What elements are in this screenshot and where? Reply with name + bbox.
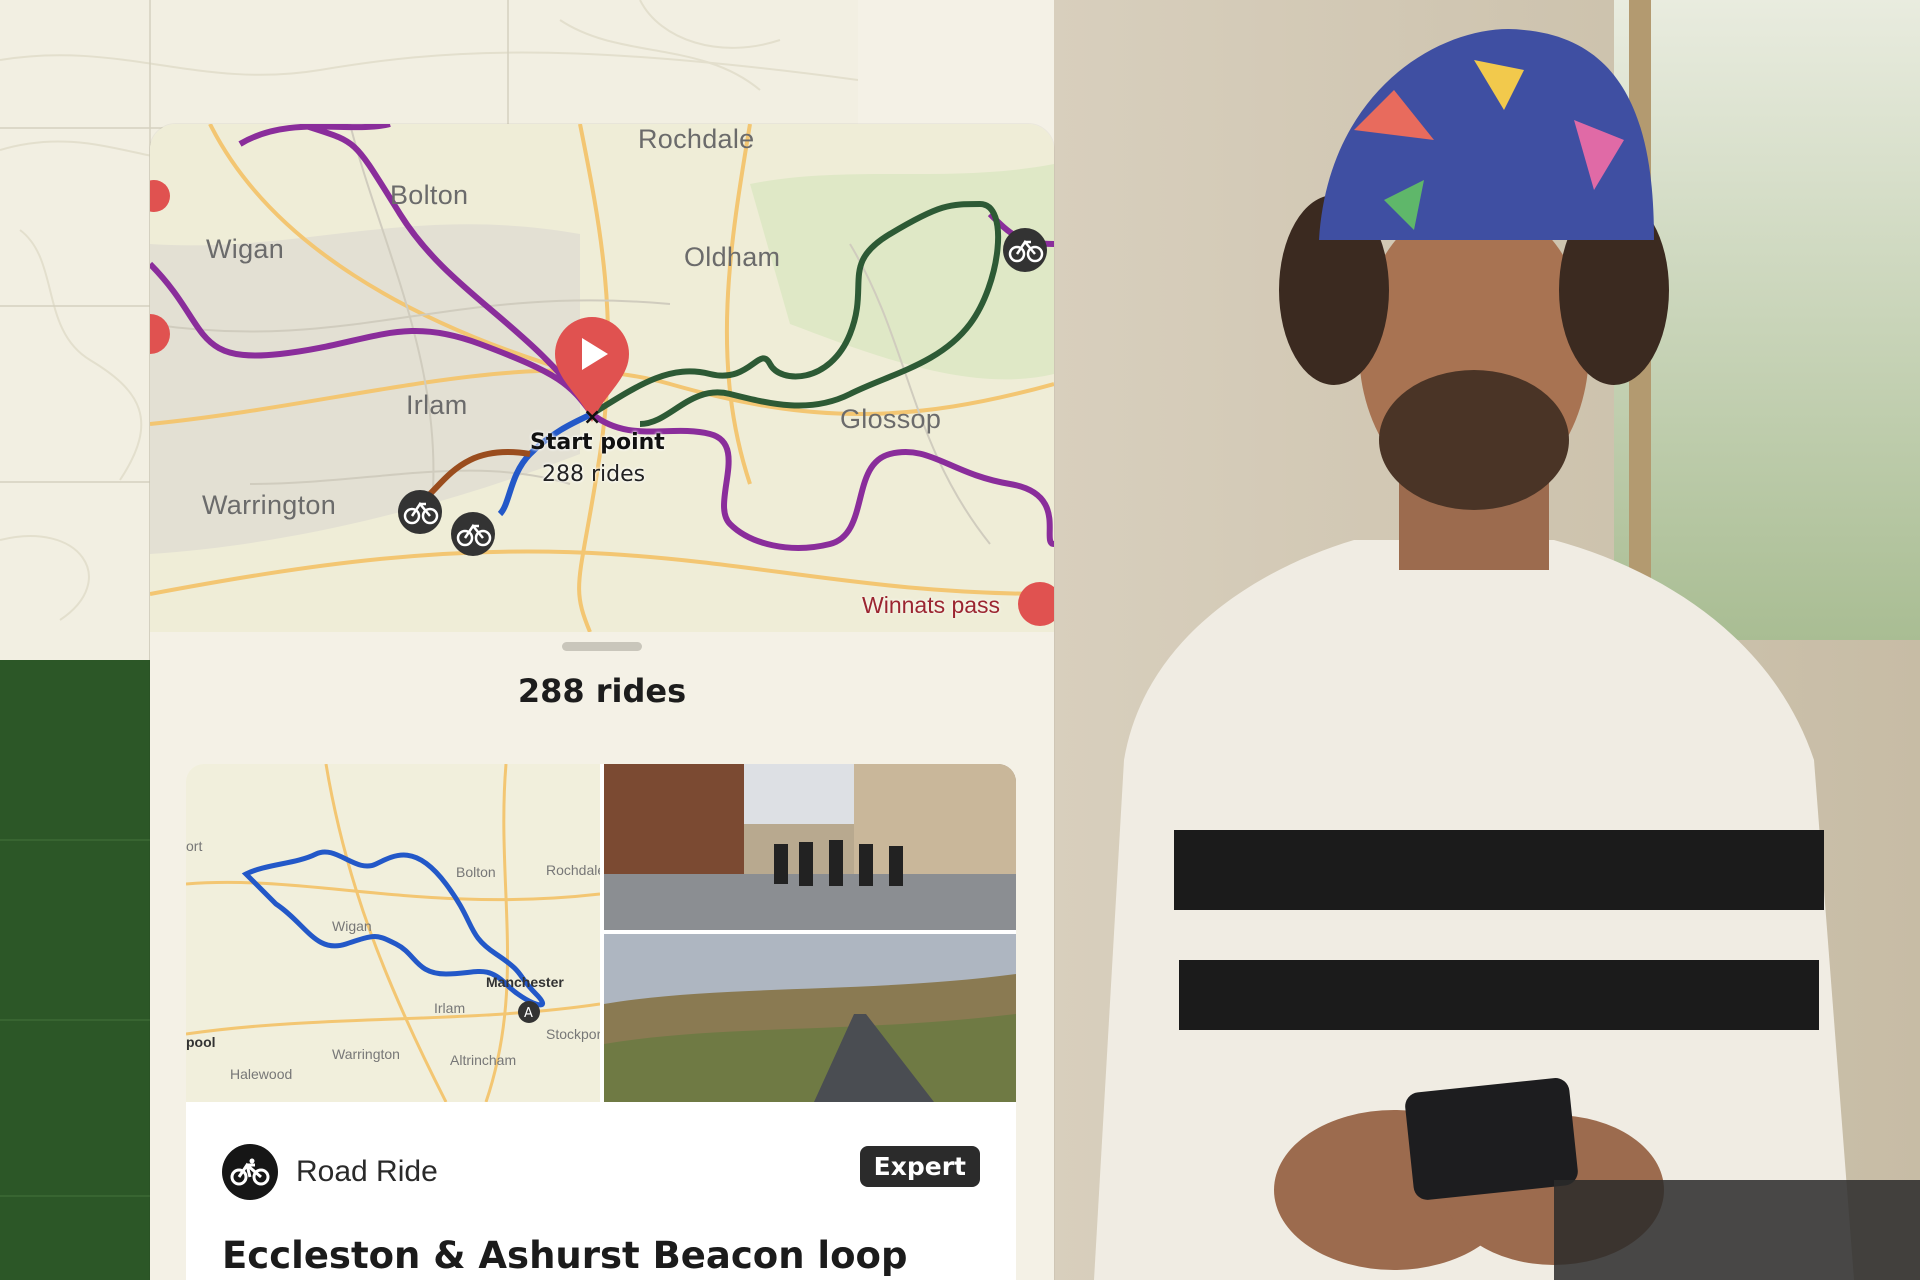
- route-thumbnail-map: A Rochdale Bolton Wigan Manchester Irlam…: [186, 764, 600, 1102]
- thumb-map-label: Stockport: [546, 1026, 600, 1042]
- results-bottom-sheet: 288 rides A Rochdale Bolton Wigan Manche…: [150, 632, 1054, 1280]
- map-place-label: Wigan: [206, 234, 285, 264]
- thumb-map-label: ort: [186, 838, 203, 854]
- map-place-label: Glossop: [840, 404, 942, 434]
- difficulty-badge: Expert: [859, 1146, 980, 1187]
- sheet-drag-handle[interactable]: [562, 642, 642, 651]
- svg-text:A: A: [524, 1006, 533, 1021]
- thumb-map-label: Irlam: [434, 1000, 466, 1016]
- start-point-ride-count: 288 rides: [542, 462, 646, 487]
- map-place-label: Rochdale: [638, 124, 755, 154]
- green-background-panel: [0, 660, 160, 1280]
- thumb-map-label: Bolton: [456, 864, 496, 880]
- thumb-map-label: Warrington: [332, 1046, 400, 1062]
- map-place-label: Oldham: [684, 242, 781, 272]
- app-screen: × Rochdale Bolton Wigan Oldham Irlam War…: [150, 124, 1054, 1280]
- map-place-label: Bolton: [390, 180, 469, 210]
- thumb-map-label: Altrincham: [450, 1052, 517, 1068]
- route-title[interactable]: Eccleston & Ashurst Beacon loop: [222, 1234, 907, 1277]
- poi-label[interactable]: Winnats pass: [862, 592, 1000, 619]
- thumb-map-label: pool: [186, 1034, 216, 1050]
- thumb-map-label: Manchester: [486, 974, 564, 990]
- route-photo-road: [604, 934, 1016, 1102]
- bicycle-icon: [222, 1144, 278, 1200]
- svg-text:×: ×: [583, 405, 601, 430]
- map-place-label: Warrington: [202, 490, 337, 520]
- start-point-label: Start point: [530, 430, 665, 455]
- thumb-map-label: Halewood: [230, 1066, 293, 1082]
- bicycle-marker-icon: [398, 490, 442, 534]
- cyclist-photo: [1054, 0, 1920, 1280]
- route-photo-street: [604, 764, 1016, 930]
- map-place-label: Irlam: [406, 390, 468, 420]
- thumb-map-label: Rochdale: [546, 862, 600, 878]
- activity-type: Road Ride: [222, 1144, 438, 1200]
- thumb-map-label: Wigan: [332, 918, 372, 934]
- rides-count-heading: 288 rides: [517, 672, 687, 710]
- route-card[interactable]: A Rochdale Bolton Wigan Manchester Irlam…: [186, 764, 1016, 1280]
- activity-label: Road Ride: [296, 1155, 438, 1188]
- route-map[interactable]: × Rochdale Bolton Wigan Oldham Irlam War…: [150, 124, 1054, 632]
